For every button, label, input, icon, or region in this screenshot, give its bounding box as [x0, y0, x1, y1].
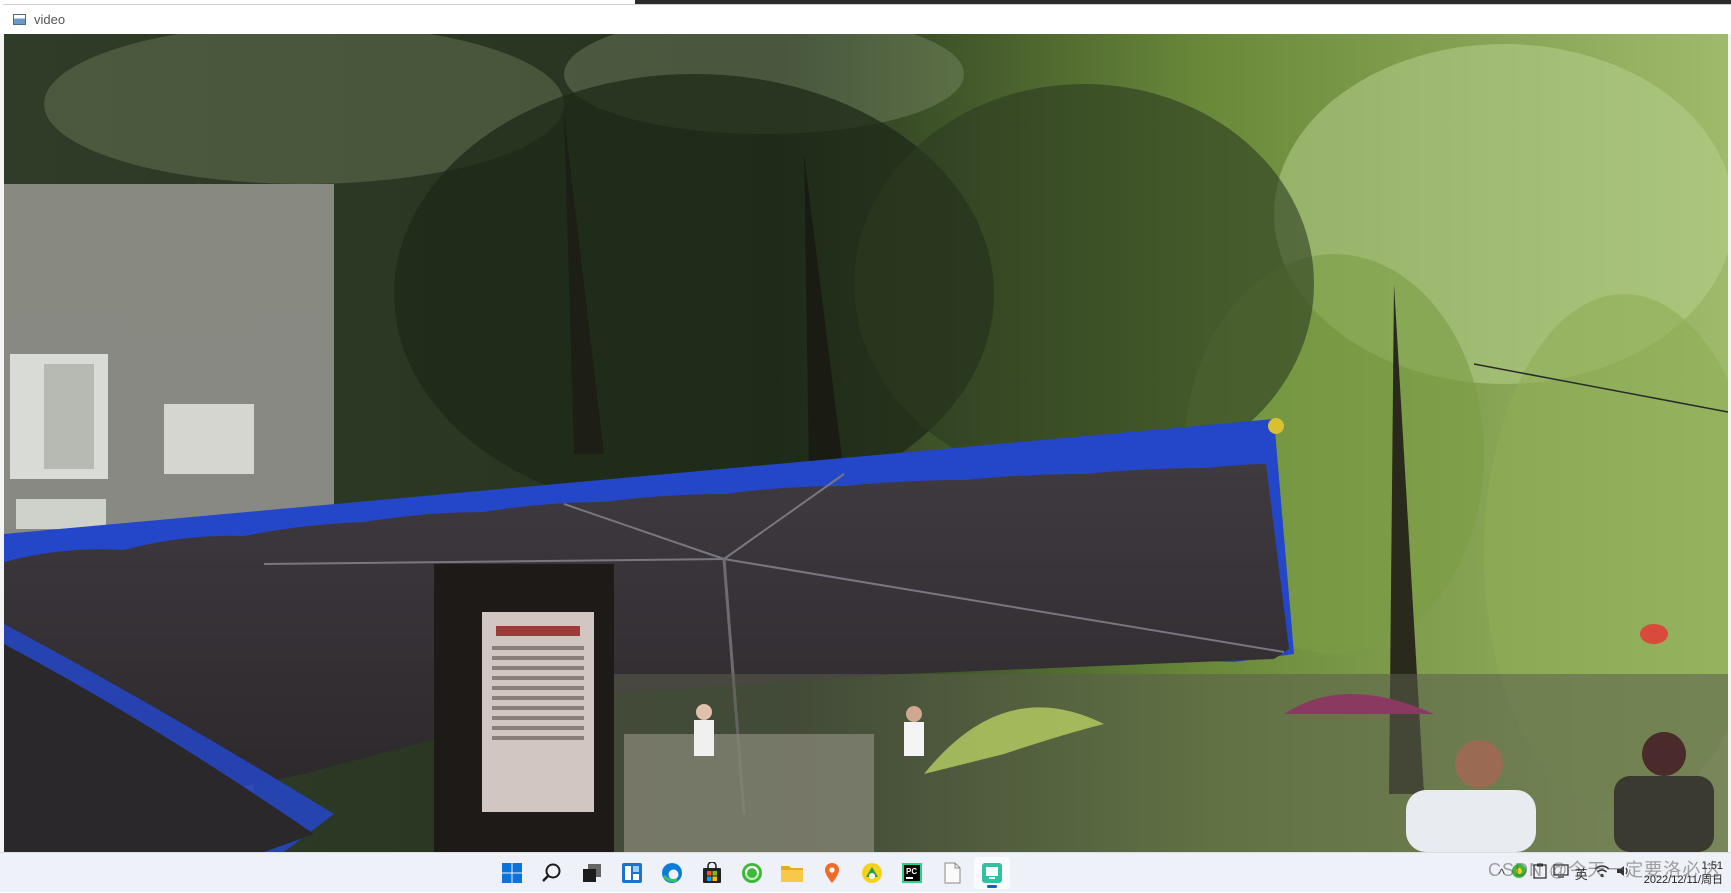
task-view-icon[interactable] [574, 857, 610, 889]
widgets-icon[interactable] [614, 857, 650, 889]
window-app-icon [13, 14, 26, 25]
green-app-icon[interactable] [734, 857, 770, 889]
video-frame [4, 34, 1728, 852]
csdn-watermark: CSDN @今天一定要洛必达 [1488, 860, 1721, 880]
edge-browser-icon[interactable] [654, 857, 690, 889]
window-title-bar[interactable]: video [3, 4, 1731, 34]
file-explorer-icon[interactable] [774, 857, 810, 889]
pycharm-icon[interactable]: PC [894, 857, 930, 889]
search-icon[interactable] [534, 857, 570, 889]
video-app-icon[interactable] [974, 857, 1010, 889]
orange-map-app-icon[interactable] [814, 857, 850, 889]
notepad-icon[interactable] [934, 857, 970, 889]
svg-text:PC: PC [906, 867, 917, 876]
window-title: video [34, 12, 66, 27]
microsoft-store-icon[interactable] [694, 857, 730, 889]
yellow-app-icon[interactable] [854, 857, 890, 889]
taskbar: PC ^ 英 1:51 2022/12/11/周日 [0, 852, 1731, 892]
video-frame-canvas [4, 34, 1728, 852]
start-windows-icon[interactable] [494, 857, 530, 889]
taskbar-apps: PC [494, 857, 1010, 889]
